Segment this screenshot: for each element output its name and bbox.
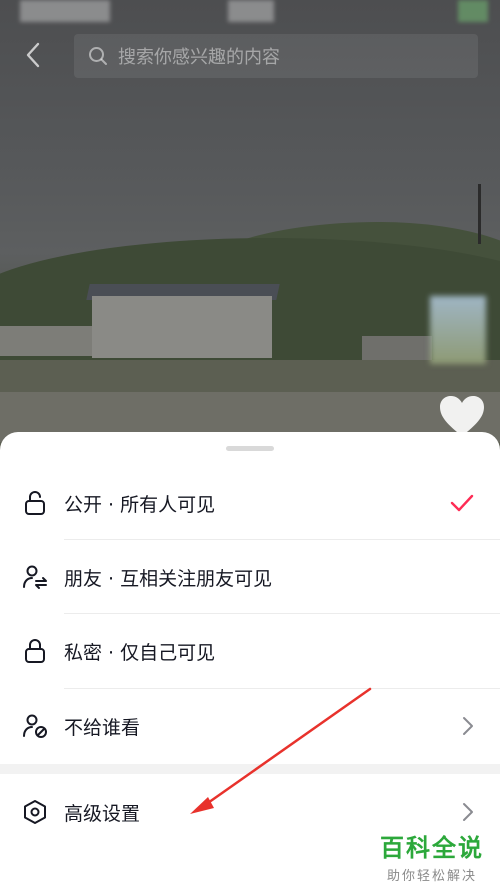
chevron-right-icon [462, 716, 474, 736]
back-button[interactable] [18, 40, 48, 70]
creator-avatar[interactable] [430, 296, 486, 364]
user-blocked-icon [22, 713, 48, 739]
search-placeholder: 搜索你感兴趣的内容 [118, 47, 280, 68]
option-public[interactable]: 公开 · 所有人可见 [0, 466, 500, 540]
advanced-settings-label: 高级设置 [64, 802, 141, 825]
option-private[interactable]: 私密 · 仅自己可见 [0, 614, 500, 688]
chevron-right-icon [462, 802, 474, 822]
chevron-left-icon [26, 42, 40, 68]
watermark-subtitle: 助你轻松解决 [386, 869, 477, 884]
mutual-friends-icon [22, 564, 48, 590]
section-gap [0, 764, 500, 774]
unlock-icon [22, 490, 48, 516]
option-label: 不给谁看 [64, 716, 141, 739]
blurred-status-area [20, 0, 110, 22]
blurred-status-area [228, 0, 274, 22]
watermark-title: 百科全说 [380, 834, 484, 862]
lock-icon [22, 638, 48, 664]
option-friends[interactable]: 朋友 · 互相关注朋友可见 [0, 540, 500, 614]
sheet-drag-handle[interactable] [226, 446, 274, 451]
hexagon-settings-icon [22, 799, 48, 825]
blurred-status-area [458, 0, 488, 22]
search-bar[interactable]: 搜索你感兴趣的内容 [74, 34, 478, 78]
option-hide-from[interactable]: 不给谁看 [0, 689, 500, 763]
check-icon [450, 494, 474, 512]
search-icon [88, 45, 110, 67]
option-label: 私密 · 仅自己可见 [64, 641, 216, 664]
option-label: 朋友 · 互相关注朋友可见 [64, 567, 273, 590]
option-label: 公开 · 所有人可见 [64, 493, 216, 516]
watermark: 百科全说 助你轻松解决 [372, 828, 492, 884]
